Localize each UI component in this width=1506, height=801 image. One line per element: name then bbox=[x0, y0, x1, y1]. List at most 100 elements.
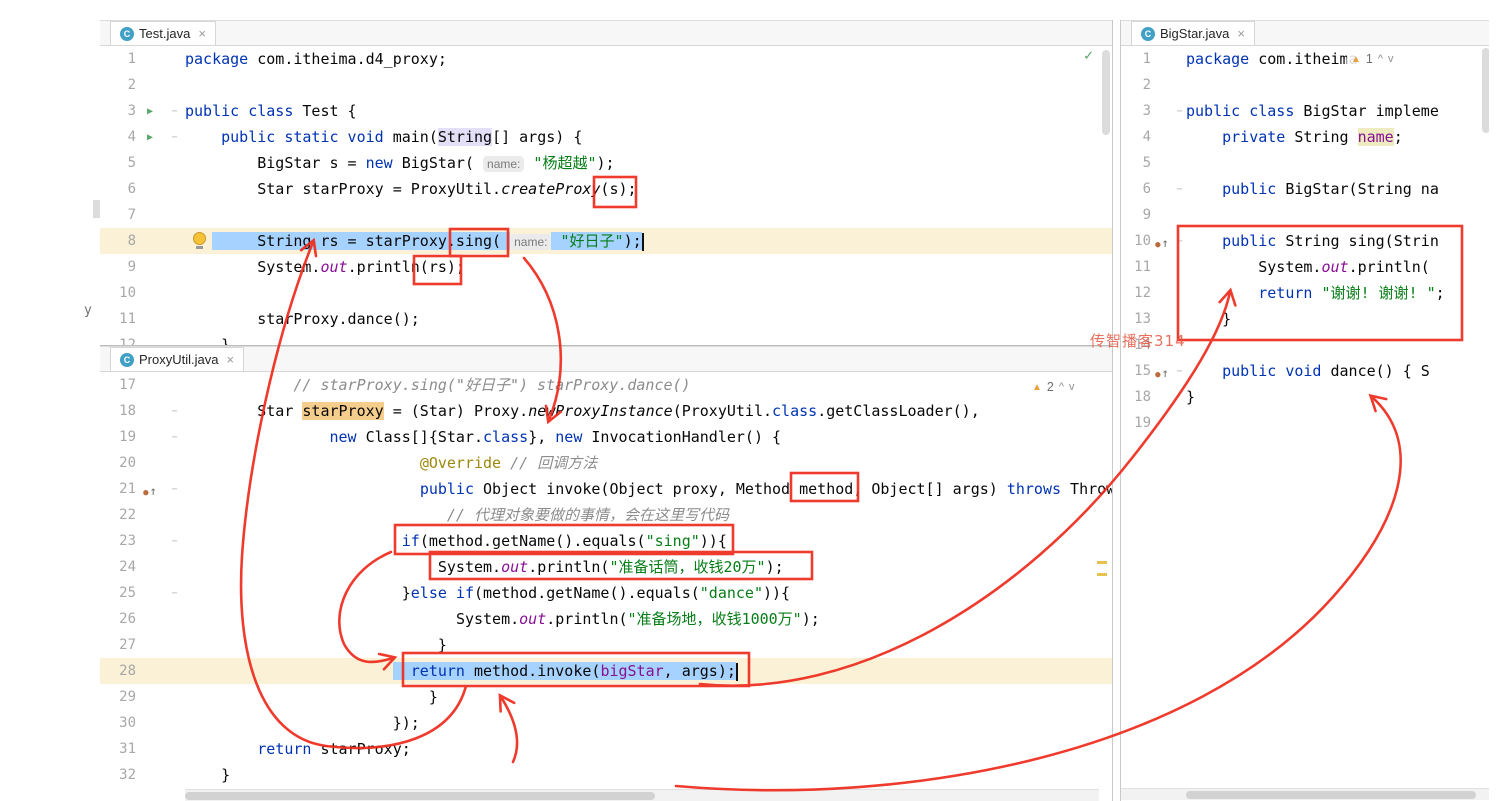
code-line[interactable]: BigStar s = new BigStar( name: "杨超越"); bbox=[185, 150, 1112, 176]
marker-dot-icon: ● bbox=[1155, 369, 1161, 380]
marker-dot-icon: ● bbox=[1155, 239, 1161, 250]
intention-bulb-icon[interactable] bbox=[193, 232, 206, 250]
code-area[interactable]: package com.itheima public class BigStar … bbox=[1186, 46, 1489, 801]
fold-marker-icon[interactable]: − bbox=[1173, 184, 1186, 195]
code-line[interactable]: Star starProxy = (Star) Proxy.newProxyIn… bbox=[185, 398, 1112, 424]
code-line[interactable] bbox=[185, 72, 1112, 98]
prev-problem-icon[interactable]: ^ bbox=[1059, 381, 1064, 393]
code-line[interactable]: } bbox=[185, 632, 1112, 658]
horizontal-scrollbar-thumb[interactable] bbox=[185, 792, 655, 800]
code-line[interactable]: public static void main(String[] args) { bbox=[185, 124, 1112, 150]
code-line[interactable]: System.out.println( bbox=[1186, 254, 1489, 280]
code-line[interactable]: return starProxy; bbox=[185, 736, 1112, 762]
close-icon[interactable]: × bbox=[1237, 26, 1245, 41]
tab-bigstar-java[interactable]: C BigStar.java × bbox=[1131, 21, 1255, 45]
overridden-method-icon[interactable]: ●↑ bbox=[1151, 232, 1173, 251]
code-line[interactable]: public void dance() { S bbox=[1186, 358, 1489, 384]
fold-marker-icon[interactable]: − bbox=[164, 106, 185, 117]
code-token: System. bbox=[1186, 258, 1322, 276]
tab-test-java[interactable]: C Test.java × bbox=[110, 21, 216, 45]
run-icon[interactable]: ▶ bbox=[136, 132, 164, 143]
horizontal-scrollbar[interactable] bbox=[1121, 788, 1489, 800]
overridden-method-icon[interactable]: ●↑ bbox=[136, 480, 164, 499]
next-problem-icon[interactable]: v bbox=[1388, 53, 1394, 65]
horizontal-scrollbar-thumb[interactable] bbox=[1186, 791, 1476, 799]
close-icon[interactable]: × bbox=[226, 352, 234, 367]
code-line[interactable] bbox=[1186, 202, 1489, 228]
code-line[interactable]: System.out.println("准备场地，收钱1000万"); bbox=[185, 606, 1112, 632]
code-line[interactable]: } bbox=[1186, 306, 1489, 332]
code-line[interactable]: public String sing(Strin bbox=[1186, 228, 1489, 254]
inspection-check-icon[interactable]: ✓ bbox=[1084, 46, 1093, 64]
code-token: ); bbox=[765, 558, 784, 576]
code-token: // starProxy.sing("好日子") starProxy.dance… bbox=[293, 376, 691, 394]
fold-marker-icon[interactable]: − bbox=[1173, 236, 1186, 247]
code-line[interactable]: private String name; bbox=[1186, 124, 1489, 150]
code-line[interactable]: new Class[]{Star.class}, new InvocationH… bbox=[185, 424, 1112, 450]
error-stripe-mark[interactable] bbox=[1097, 561, 1107, 564]
code-line[interactable] bbox=[1186, 150, 1489, 176]
code-token: .println( bbox=[528, 558, 610, 576]
code-line[interactable]: String rs = starProxy.sing( name: "好日子")… bbox=[185, 228, 1112, 254]
inspections-widget[interactable]: ▲ 2 ^ v bbox=[1028, 379, 1079, 395]
code-line[interactable] bbox=[1186, 410, 1489, 436]
code-line[interactable] bbox=[1186, 332, 1489, 358]
code-line[interactable]: System.out.println(rs); bbox=[185, 254, 1112, 280]
code-line[interactable]: } bbox=[185, 332, 1112, 345]
tab-proxyutil-java[interactable]: C ProxyUtil.java × bbox=[110, 347, 245, 371]
fold-marker-icon[interactable]: − bbox=[164, 132, 185, 143]
gutter-row: 2 bbox=[100, 72, 185, 98]
code-token: public static void bbox=[221, 128, 384, 146]
code-area[interactable]: // starProxy.sing("好日子") starProxy.dance… bbox=[185, 372, 1112, 801]
gutter-row: 10 bbox=[100, 280, 185, 306]
code-area[interactable]: package com.itheima.d4_proxy;public clas… bbox=[185, 46, 1112, 345]
code-line[interactable]: return method.invoke(bigStar, args); bbox=[185, 658, 1112, 684]
prev-problem-icon[interactable]: ^ bbox=[1378, 53, 1383, 65]
code-line[interactable]: }); bbox=[185, 710, 1112, 736]
overridden-method-icon[interactable]: ●↑ bbox=[1151, 362, 1173, 381]
code-line[interactable]: } bbox=[185, 762, 1112, 788]
error-stripe-mark[interactable] bbox=[1097, 573, 1107, 576]
code-line[interactable]: public BigStar(String na bbox=[1186, 176, 1489, 202]
code-line[interactable]: }else if(method.getName().equals("dance"… bbox=[185, 580, 1112, 606]
fold-marker-icon[interactable]: − bbox=[1173, 106, 1186, 117]
gutter-row: 11 bbox=[1121, 254, 1186, 280]
code-line[interactable]: return "谢谢! 谢谢! "; bbox=[1186, 280, 1489, 306]
code-line[interactable]: package com.itheima bbox=[1186, 46, 1489, 72]
fold-marker-icon[interactable]: − bbox=[164, 406, 185, 417]
code-line[interactable]: // 代理对象要做的事情，会在这里写代码 bbox=[185, 502, 1112, 528]
fold-marker-icon[interactable]: − bbox=[164, 484, 185, 495]
run-icon[interactable]: ▶ bbox=[136, 106, 164, 117]
code-line[interactable]: public Object invoke(Object proxy, Metho… bbox=[185, 476, 1112, 502]
code-line[interactable]: } bbox=[185, 684, 1112, 710]
code-line[interactable] bbox=[185, 280, 1112, 306]
horizontal-scrollbar[interactable] bbox=[185, 789, 1099, 801]
code-line[interactable]: public class BigStar impleme bbox=[1186, 98, 1489, 124]
code-line[interactable]: package com.itheima.d4_proxy; bbox=[185, 46, 1112, 72]
fold-marker-icon[interactable]: − bbox=[164, 536, 185, 547]
gutter-row: 13 bbox=[1121, 306, 1186, 332]
code-line[interactable]: public class Test { bbox=[185, 98, 1112, 124]
code-line[interactable]: if(method.getName().equals("sing")){ bbox=[185, 528, 1112, 554]
code-token: .getClassLoader(), bbox=[817, 402, 980, 420]
fold-marker-icon[interactable]: − bbox=[164, 432, 185, 443]
vertical-scrollbar-thumb[interactable] bbox=[1482, 48, 1489, 133]
vertical-scrollbar-thumb[interactable] bbox=[1102, 50, 1110, 135]
code-token: starProxy.dance(); bbox=[185, 310, 420, 328]
code-line[interactable]: System.out.println("准备话筒，收钱20万"); bbox=[185, 554, 1112, 580]
code-line[interactable]: // starProxy.sing("好日子") starProxy.dance… bbox=[185, 372, 1112, 398]
fold-marker-icon[interactable]: − bbox=[164, 588, 185, 599]
text-caret bbox=[735, 662, 738, 681]
code-line[interactable]: } bbox=[1186, 384, 1489, 410]
inspections-widget[interactable]: ▲ 1 ^ v bbox=[1347, 51, 1398, 67]
code-line[interactable] bbox=[185, 202, 1112, 228]
code-line[interactable]: Star starProxy = ProxyUtil.createProxy(s… bbox=[185, 176, 1112, 202]
code-token: public bbox=[1222, 180, 1277, 198]
code-line[interactable]: starProxy.dance(); bbox=[185, 306, 1112, 332]
up-arrow-icon: ↑ bbox=[149, 483, 157, 498]
code-line[interactable]: @Override // 回调方法 bbox=[185, 450, 1112, 476]
fold-marker-icon[interactable]: − bbox=[1173, 366, 1186, 377]
next-problem-icon[interactable]: v bbox=[1069, 381, 1075, 393]
close-icon[interactable]: × bbox=[198, 26, 206, 41]
code-line[interactable] bbox=[1186, 72, 1489, 98]
